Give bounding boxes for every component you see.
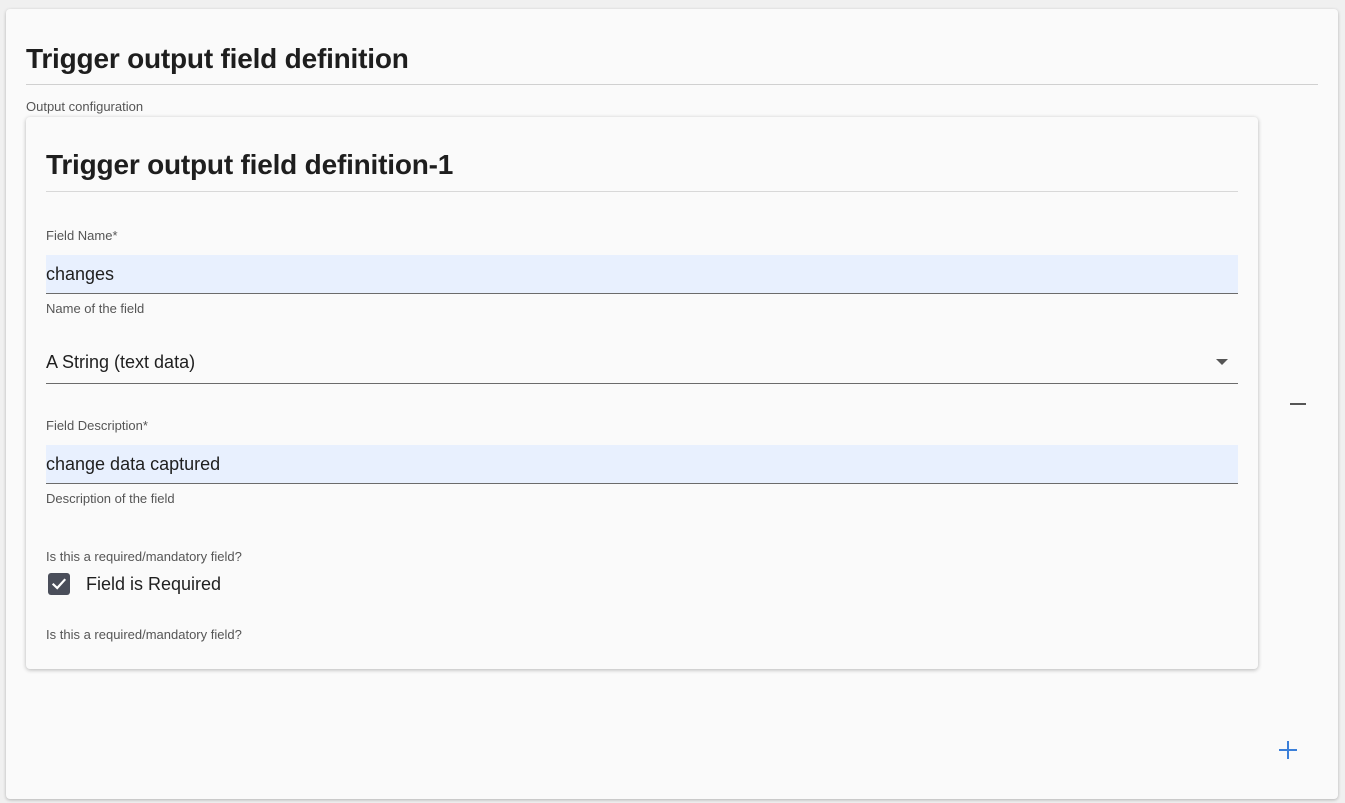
required-checkbox[interactable] (48, 573, 70, 595)
section-label: Output configuration (26, 99, 144, 114)
required-helper: Is this a required/mandatory field? (46, 627, 242, 642)
required-checkbox-row[interactable]: Field is Required (46, 571, 221, 597)
field-name-input[interactable] (46, 255, 1238, 294)
card-divider (46, 191, 1238, 192)
field-description-input[interactable] (46, 445, 1238, 484)
field-definition-card: Trigger output field definition-1 Field … (26, 117, 1258, 669)
page-title: Trigger output field definition (26, 43, 409, 74)
field-type-select[interactable]: A String (text data) (46, 342, 1238, 384)
field-name-label: Field Name* (46, 228, 118, 243)
required-checkbox-label: Field is Required (86, 573, 222, 594)
chevron-down-icon (1216, 359, 1228, 365)
field-description-label: Field Description* (46, 418, 148, 433)
required-question: Is this a required/mandatory field? (46, 549, 242, 564)
field-name-label-text: Field Name (46, 228, 113, 243)
card-title: Trigger output field definition-1 (46, 149, 454, 180)
remove-field-button[interactable] (1286, 393, 1310, 417)
check-icon (51, 578, 67, 590)
field-description-helper: Description of the field (46, 491, 175, 506)
field-description-required-mark: * (142, 418, 148, 433)
minus-icon (1290, 403, 1306, 405)
output-definition-panel: Trigger output field definition Output c… (6, 9, 1338, 799)
field-name-required-mark: * (112, 228, 118, 243)
title-divider (26, 84, 1318, 85)
field-name-helper: Name of the field (46, 301, 145, 316)
add-field-button[interactable] (1276, 739, 1300, 763)
field-description-label-text: Field Description (46, 418, 143, 433)
field-type-value: A String (text data) (46, 352, 196, 372)
